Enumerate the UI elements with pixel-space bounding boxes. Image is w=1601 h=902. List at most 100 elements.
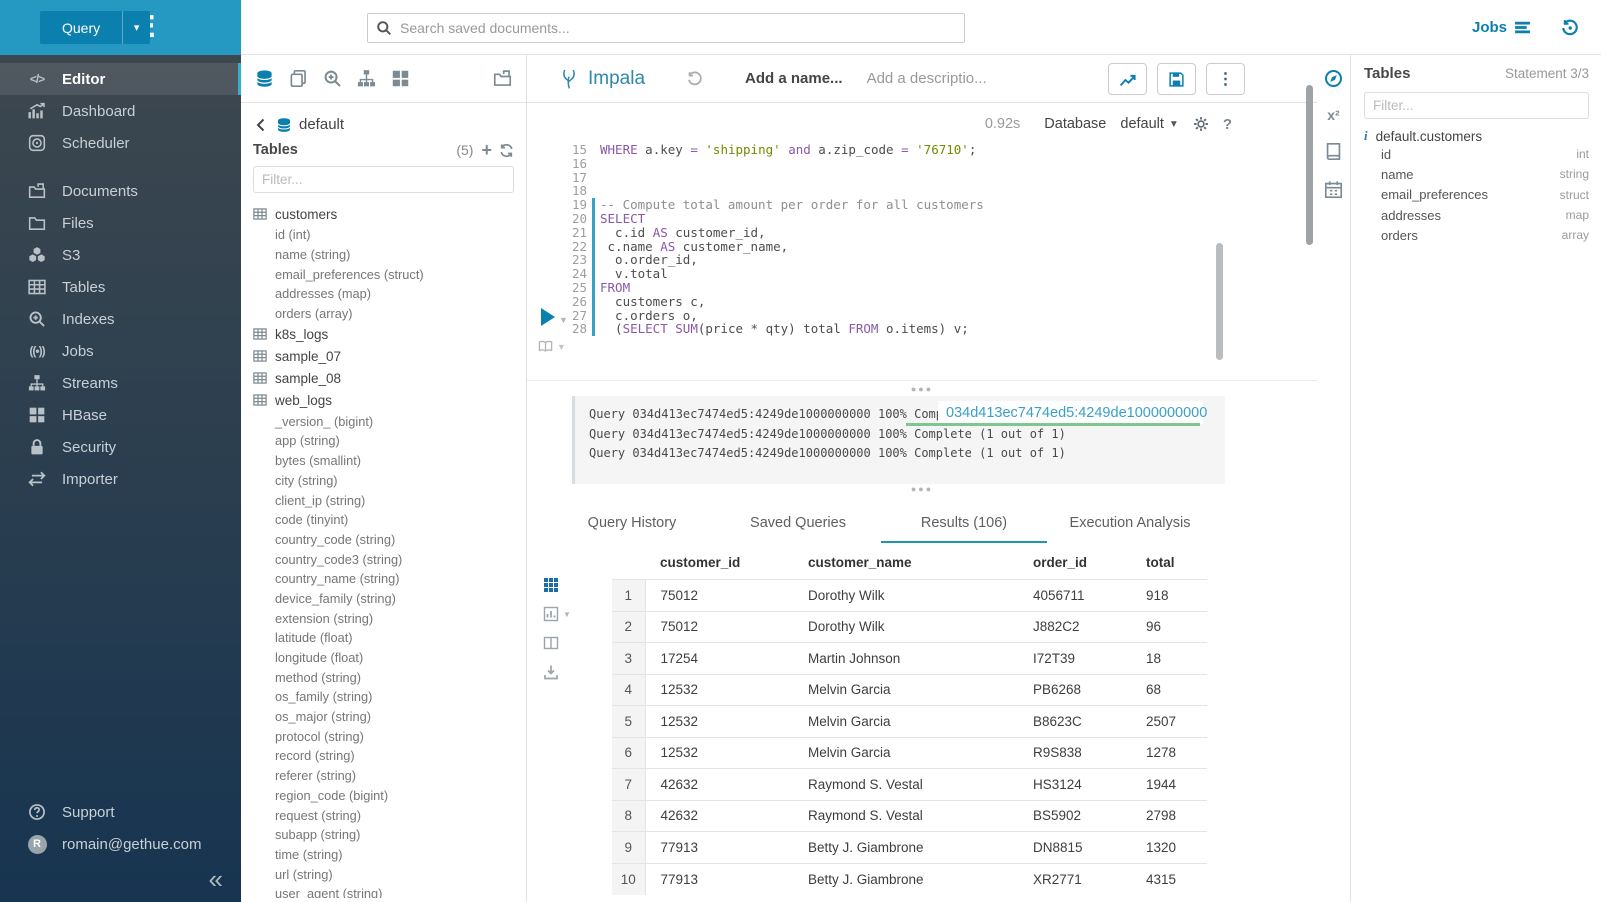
tree-column[interactable]: os_major (string) <box>253 707 526 727</box>
refresh-icon[interactable] <box>499 143 514 158</box>
editor-assistant-icon[interactable] <box>1324 69 1343 88</box>
query-button[interactable]: Query <box>40 11 122 44</box>
sidebar-item-jobs[interactable]: ((•))Jobs <box>0 335 241 367</box>
code-line[interactable]: 27 c.orders o, <box>570 309 1317 323</box>
sidebar-item-s3[interactable]: S3 <box>0 239 241 271</box>
sidebar-item-tables[interactable]: Tables <box>0 271 241 303</box>
tree-table-web-logs[interactable]: web_logs <box>253 389 526 411</box>
sql-code-editor[interactable]: 15WHERE a.key = 'shipping' and a.zip_cod… <box>570 143 1317 375</box>
tree-column[interactable]: addresses (map) <box>253 284 526 304</box>
sidebar-item-user[interactable]: R romain@gethue.com <box>0 828 241 860</box>
gear-icon[interactable] <box>1193 116 1209 132</box>
sidebar-item-documents[interactable]: Documents <box>0 175 241 207</box>
info-icon[interactable]: i <box>1364 128 1368 144</box>
code-line[interactable]: 25FROM <box>570 281 1317 295</box>
tab-saved-queries[interactable]: Saved Queries <box>715 506 881 543</box>
explain-book-icon[interactable] <box>537 339 554 354</box>
code-line[interactable]: 15WHERE a.key = 'shipping' and a.zip_cod… <box>570 143 1317 157</box>
code-line[interactable]: 17 <box>570 171 1317 185</box>
search-input[interactable] <box>367 13 965 43</box>
code-line[interactable]: 20SELECT <box>570 212 1317 226</box>
query-description-field[interactable]: Add a descriptio... <box>867 70 987 87</box>
sidebar-item-files[interactable]: Files <box>0 207 241 239</box>
sidebar-item-support[interactable]: Support <box>0 796 241 828</box>
columns-view-icon[interactable] <box>543 635 559 651</box>
explain-caret[interactable]: ▼ <box>557 342 566 352</box>
hbase-source-icon[interactable] <box>391 69 410 88</box>
documents-source-icon[interactable] <box>289 69 308 88</box>
download-icon[interactable] <box>543 664 559 680</box>
table-row[interactable]: 512532Melvin GarciaB8623C2507 <box>612 706 1207 738</box>
sidebar-item-hbase[interactable]: HBase <box>0 399 241 431</box>
table-row[interactable]: 275012Dorothy WilkJ882C296 <box>612 611 1207 643</box>
tree-column[interactable]: protocol (string) <box>253 726 526 746</box>
tree-column[interactable]: latitude (float) <box>253 628 526 648</box>
log-resize-handle[interactable]: ●●● <box>527 380 1317 394</box>
tree-column[interactable]: app (string) <box>253 431 526 451</box>
code-line[interactable]: 28 (SELECT SUM(price * qty) total FROM o… <box>570 322 1317 336</box>
indexes-source-icon[interactable] <box>323 69 342 88</box>
query-name-field[interactable]: Add a name... <box>745 70 843 87</box>
sidebar-item-editor[interactable]: </>Editor <box>0 63 241 95</box>
code-line[interactable]: 24 v.total <box>570 267 1317 281</box>
tree-column[interactable]: user_agent (string) <box>253 884 526 898</box>
collapse-sidebar-icon[interactable]: « <box>209 868 223 890</box>
code-line[interactable]: 26 customers c, <box>570 295 1317 309</box>
active-table[interactable]: i default.customers <box>1364 128 1589 144</box>
add-table-icon[interactable]: + <box>481 143 492 157</box>
database-select[interactable]: default▼ <box>1120 116 1178 132</box>
table-row[interactable]: 412532Melvin GarciaPB626868 <box>612 674 1207 706</box>
results-resize-handle[interactable]: ●●● <box>527 484 1317 498</box>
tree-column[interactable]: request (string) <box>253 805 526 825</box>
sidebar-item-indexes[interactable]: Indexes <box>0 303 241 335</box>
tree-column[interactable]: bytes (smallint) <box>253 451 526 471</box>
code-line[interactable]: 22 c.name AS customer_name, <box>570 240 1317 254</box>
sidebar-item-importer[interactable]: Importer <box>0 463 241 495</box>
table-row[interactable]: 175012Dorothy Wilk4056711918 <box>612 580 1207 612</box>
right-panel-column-id[interactable]: idint <box>1364 144 1589 164</box>
table-row[interactable]: 317254Martin JohnsonI72T3918 <box>612 643 1207 675</box>
right-panel-column-addresses[interactable]: addressesmap <box>1364 205 1589 225</box>
table-row[interactable]: 742632Raymond S. VestalHS31241944 <box>612 769 1207 801</box>
tab-query-history[interactable]: Query History <box>549 506 715 543</box>
table-row[interactable]: 1077913Betty J. GiambroneXR27714315 <box>612 863 1207 895</box>
tree-column[interactable]: client_ip (string) <box>253 490 526 510</box>
tree-column[interactable]: _version_ (bigint) <box>253 411 526 431</box>
tree-column[interactable]: longitude (float) <box>253 648 526 668</box>
code-line[interactable]: 18 <box>570 184 1317 198</box>
sidebar-item-dashboard[interactable]: Dashboard <box>0 95 241 127</box>
chart-view-icon[interactable] <box>543 606 559 622</box>
engine-selector[interactable]: Impala <box>559 68 645 90</box>
query-history-icon[interactable] <box>1561 19 1579 37</box>
tree-column[interactable]: method (string) <box>253 667 526 687</box>
right-panel-column-name[interactable]: namestring <box>1364 164 1589 184</box>
tree-table-customers[interactable]: customers <box>253 203 526 225</box>
tree-column[interactable]: os_family (string) <box>253 687 526 707</box>
sidebar-item-streams[interactable]: Streams <box>0 367 241 399</box>
tab-execution-analysis[interactable]: Execution Analysis <box>1047 506 1213 543</box>
schedule-icon[interactable] <box>1324 180 1343 199</box>
save-button[interactable] <box>1157 63 1196 95</box>
tab-results-106-[interactable]: Results (106) <box>881 506 1047 543</box>
tree-column[interactable]: subapp (string) <box>253 825 526 845</box>
query-id-link[interactable]: 034d413ec7474ed5:4249de1000000000 <box>946 405 1207 421</box>
sidebar-item-scheduler[interactable]: Scheduler <box>0 127 241 159</box>
tree-column[interactable]: url (string) <box>253 864 526 884</box>
code-line[interactable]: 19-- Compute total amount per order for … <box>570 198 1317 212</box>
language-reference-icon[interactable] <box>1324 142 1343 161</box>
query-dropdown-caret[interactable]: ▾ <box>122 11 150 44</box>
tree-column[interactable]: country_code (string) <box>253 530 526 550</box>
right-filter-input[interactable] <box>1364 92 1589 119</box>
tree-column[interactable]: country_name (string) <box>253 569 526 589</box>
tree-column[interactable]: country_code3 (string) <box>253 549 526 569</box>
databases-source-icon[interactable] <box>255 69 274 88</box>
code-line[interactable]: 23 o.order_id, <box>570 253 1317 267</box>
database-name[interactable]: default <box>299 116 344 133</box>
tree-column[interactable]: id (int) <box>253 225 526 245</box>
tree-table-sample-08[interactable]: sample_08 <box>253 367 526 389</box>
run-options-caret[interactable]: ▼ <box>559 315 568 325</box>
main-scrollbar[interactable] <box>1306 85 1313 245</box>
tree-table-sample-07[interactable]: sample_07 <box>253 345 526 367</box>
table-row[interactable]: 612532Melvin GarciaR9S8381278 <box>612 737 1207 769</box>
run-query-button[interactable] <box>541 308 555 326</box>
